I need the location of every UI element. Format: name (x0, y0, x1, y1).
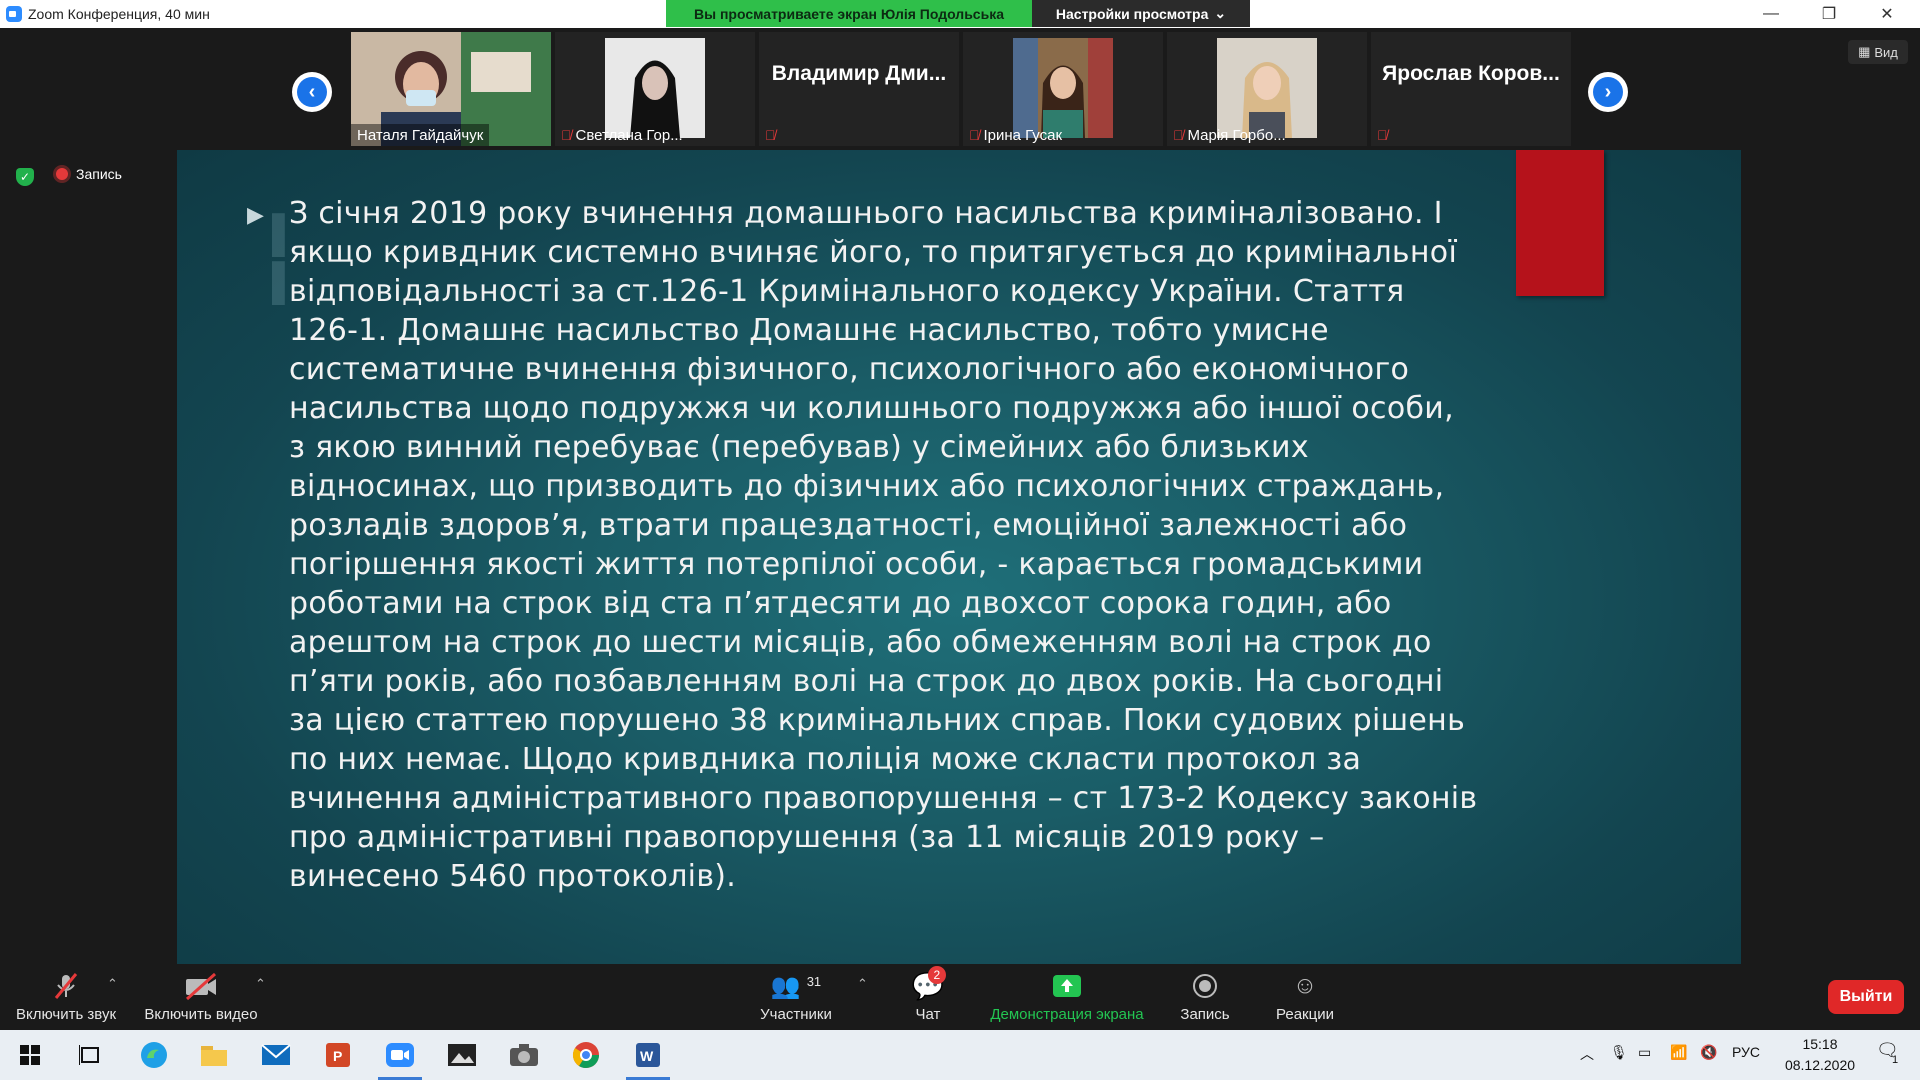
wifi-icon[interactable]: 📶 (1670, 1044, 1687, 1061)
record-label: Запись (1180, 1006, 1230, 1023)
gallery-next-button[interactable]: › (1588, 72, 1628, 112)
video-off-icon (183, 968, 219, 1004)
grid-icon: ▦ (1858, 44, 1871, 59)
zoom-app-icon (6, 6, 22, 22)
participant-tile[interactable]: 🎙̸ Ірина Гусак (963, 32, 1163, 146)
participant-tile[interactable]: Владимир Дми... 🎙̸ (759, 32, 959, 146)
recording-dot-icon (56, 168, 68, 180)
unmute-button[interactable]: Включить звук (12, 964, 120, 1030)
reactions-label: Реакции (1276, 1006, 1334, 1023)
record-button[interactable]: Запись (1170, 964, 1240, 1030)
mic-muted-icon: 🎙̸ (1377, 127, 1388, 143)
reactions-button[interactable]: ☺ Реакции (1265, 964, 1345, 1030)
leave-meeting-button[interactable]: Выйти (1828, 980, 1904, 1014)
gallery-prev-button[interactable]: ‹ (292, 72, 332, 112)
volume-muted-icon[interactable]: 🔇 (1700, 1044, 1717, 1061)
chat-button[interactable]: 💬 2 Чат (898, 964, 958, 1030)
show-hidden-icons-chevron[interactable]: ︿ (1580, 1044, 1594, 1064)
record-icon (1192, 968, 1218, 1004)
participants-options-caret[interactable]: ⌃ (857, 976, 868, 992)
chevron-left-icon: ‹ (297, 77, 327, 107)
input-language[interactable]: РУС (1732, 1044, 1760, 1060)
security-shield-icon[interactable]: ✓ (16, 168, 34, 186)
share-screen-button[interactable]: Демонстрация экрана (982, 964, 1152, 1030)
meeting-toolbar: Включить звук ⌃ Включить видео ⌃ 👥 31 Уч… (0, 964, 1920, 1030)
slide-accent-bar (1516, 150, 1604, 296)
file-explorer-icon[interactable] (184, 1030, 244, 1080)
participant-name: Светлана Гор... (575, 126, 683, 144)
notification-count: 1 (1892, 1054, 1899, 1066)
participant-tile[interactable]: 🎙̸ Марія Горбо... (1167, 32, 1367, 146)
slide-body-text: З січня 2019 року вчинення домашнього на… (289, 196, 1478, 894)
task-view-icon[interactable] (60, 1030, 120, 1080)
participant-name: Ярослав Коров... (1382, 62, 1560, 85)
participant-tile[interactable]: Наталя Гайдайчук (351, 32, 551, 146)
clock-date: 08.12.2020 (1784, 1057, 1856, 1073)
participants-icon: 👥 (770, 972, 801, 1000)
chrome-icon[interactable] (556, 1030, 616, 1080)
microphone-icon[interactable]: 🎙 (1610, 1044, 1628, 1061)
unmute-label: Включить звук (15, 1006, 117, 1023)
window-title-bar: Zoom Конференция, 40 мин Вы просматривае… (0, 0, 1920, 28)
participant-video (1217, 38, 1317, 138)
video-options-caret[interactable]: ⌃ (255, 976, 266, 992)
mic-muted-icon (51, 968, 81, 1004)
chevron-right-icon: › (1593, 77, 1623, 107)
mic-muted-icon: 🎙̸ (765, 127, 776, 143)
participants-button[interactable]: 👥 31 Участники (750, 964, 842, 1030)
word-icon[interactable]: W (618, 1030, 678, 1080)
mail-icon[interactable] (246, 1030, 306, 1080)
edge-browser-icon[interactable] (124, 1030, 184, 1080)
view-settings-button[interactable]: Настройки просмотра ⌄ (1032, 0, 1250, 27)
minimize-button[interactable]: — (1748, 0, 1794, 28)
mic-muted-icon: 🎙̸ (561, 127, 572, 143)
svg-text:P: P (333, 1048, 342, 1064)
chat-label: Чат (915, 1006, 941, 1023)
recording-indicator[interactable]: Запись (56, 166, 122, 182)
start-windows-icon[interactable] (0, 1030, 60, 1080)
view-layout-label: Вид (1874, 44, 1898, 60)
participant-video (605, 38, 705, 138)
mic-muted-icon: 🎙̸ (969, 127, 980, 143)
share-screen-icon (1052, 968, 1082, 1004)
close-button[interactable]: ✕ (1864, 0, 1910, 28)
participant-name: Марія Горбо... (1187, 126, 1286, 144)
windows-taskbar: P W ︿ 🎙 ▭ 📶 🔇 РУС 15:18 08.12.2020 🗨 1 (0, 1030, 1920, 1080)
svg-text:W: W (640, 1048, 654, 1064)
system-clock[interactable]: 15:18 08.12.2020 (1772, 1034, 1868, 1076)
participant-video (1013, 38, 1113, 138)
shared-screen-slide: ▌ ▌ ▶ З січня 2019 року вчинення домашньо… (177, 150, 1741, 964)
smiley-plus-icon: ☺ (1292, 972, 1318, 999)
start-video-label: Включить видео (144, 1006, 258, 1023)
window-title: Zoom Конференция, 40 мин (28, 6, 210, 22)
chevron-down-icon: ⌄ (1214, 5, 1227, 21)
battery-icon[interactable]: ▭ (1638, 1044, 1651, 1061)
restore-button[interactable]: ❐ (1806, 0, 1852, 28)
participants-label: Участники (760, 1006, 832, 1023)
powerpoint-icon[interactable]: P (308, 1030, 368, 1080)
screen-share-banner: Вы просматриваете экран Юлія Подольська (666, 0, 1032, 27)
bullet-arrow-icon: ▶ (247, 202, 264, 227)
participant-name: Наталя Гайдайчук (351, 124, 490, 146)
participants-count: 31 (806, 973, 822, 989)
participant-tile[interactable]: Ярослав Коров... 🎙̸ (1371, 32, 1571, 146)
share-screen-label: Демонстрация экрана (990, 1006, 1144, 1023)
audio-options-caret[interactable]: ⌃ (107, 976, 118, 992)
zoom-taskbar-icon[interactable] (370, 1030, 430, 1080)
start-video-button[interactable]: Включить видео (142, 964, 260, 1030)
mic-muted-icon: 🎙̸ (1173, 127, 1184, 143)
clock-time: 15:18 (1802, 1036, 1838, 1052)
chat-unread-badge: 2 (927, 966, 946, 984)
participant-name: Владимир Дми... (771, 62, 947, 85)
view-layout-button[interactable]: ▦ Вид (1848, 40, 1908, 64)
photos-icon[interactable] (432, 1030, 492, 1080)
recording-label: Запись (76, 166, 122, 182)
camera-icon[interactable] (494, 1030, 554, 1080)
participant-name: Ірина Гусак (983, 126, 1063, 144)
participant-tile[interactable]: 🎙̸ Светлана Гор... (555, 32, 755, 146)
view-settings-label: Настройки просмотра (1055, 5, 1209, 22)
